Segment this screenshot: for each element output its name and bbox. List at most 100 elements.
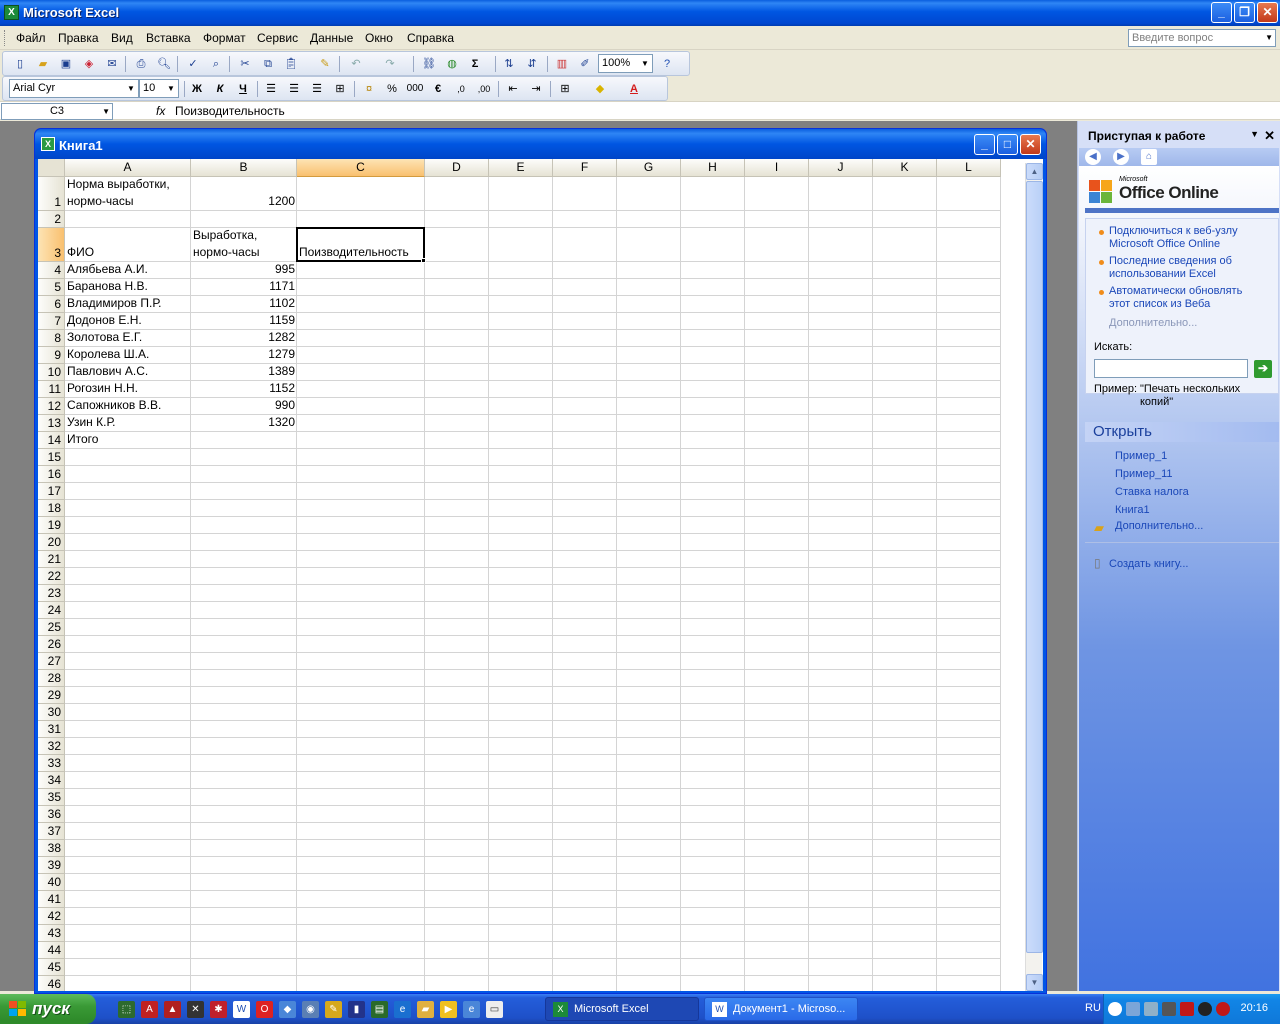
font-size-select[interactable]: 10 ▼ (139, 79, 179, 98)
menu-grip[interactable] (4, 30, 7, 46)
menu-help[interactable]: Справка (407, 31, 454, 45)
cell-b7[interactable]: 1159 (191, 313, 297, 329)
row-header-25[interactable]: 25 (38, 619, 65, 636)
row-header-36[interactable]: 36 (38, 806, 65, 823)
ie-icon[interactable]: e (463, 1001, 480, 1018)
excel-app-icon[interactable]: X (4, 5, 19, 20)
column-header-l[interactable]: L (937, 159, 1001, 177)
name-box[interactable]: C3 ▼ (1, 103, 113, 120)
tray-icon[interactable] (1162, 1002, 1176, 1016)
chevron-down-icon[interactable]: ▼ (125, 81, 137, 96)
cell-b6[interactable]: 1102 (191, 296, 297, 312)
row-header-10[interactable]: 10 (38, 364, 65, 381)
web-icon[interactable]: ◍ (443, 55, 461, 73)
row-header-30[interactable]: 30 (38, 704, 65, 721)
cell-b13[interactable]: 1320 (191, 415, 297, 431)
row-header-13[interactable]: 13 (38, 415, 65, 432)
row-header-21[interactable]: 21 (38, 551, 65, 568)
autosum-icon[interactable]: Σ (466, 55, 484, 73)
app-icon[interactable]: ✱ (210, 1001, 227, 1018)
row-header-4[interactable]: 4 (38, 262, 65, 279)
row-header-43[interactable]: 43 (38, 925, 65, 942)
row-header-24[interactable]: 24 (38, 602, 65, 619)
percent-button[interactable]: % (383, 80, 401, 98)
app-icon[interactable]: ▲ (164, 1001, 181, 1018)
help-icon[interactable]: ? (658, 55, 676, 73)
row-header-37[interactable]: 37 (38, 823, 65, 840)
column-header-i[interactable]: I (745, 159, 809, 177)
home-icon[interactable]: ⌂ (1141, 149, 1157, 165)
column-header-g[interactable]: G (617, 159, 681, 177)
menu-data[interactable]: Данные (310, 31, 353, 45)
scroll-up-icon[interactable]: ▲ (1026, 163, 1043, 180)
new-document-icon[interactable]: ▯ (11, 55, 29, 73)
taskbar-word[interactable]: W Документ1 - Microso... (704, 997, 858, 1021)
word-icon[interactable]: W (233, 1001, 250, 1018)
permission-icon[interactable]: ◈ (80, 55, 98, 73)
recent-file-link[interactable]: Книга1 (1115, 504, 1265, 517)
row-header-8[interactable]: 8 (38, 330, 65, 347)
row-header-45[interactable]: 45 (38, 959, 65, 976)
row-header-12[interactable]: 12 (38, 398, 65, 415)
chevron-down-icon[interactable]: ▼ (165, 81, 177, 96)
row-header-6[interactable]: 6 (38, 296, 65, 313)
workbook-icon[interactable]: X (41, 137, 55, 151)
column-header-k[interactable]: K (873, 159, 937, 177)
open-folder-icon[interactable]: ▰ (34, 55, 52, 73)
chart-wizard-icon[interactable]: ▥ (553, 55, 571, 73)
function-icon[interactable]: fx (156, 104, 165, 118)
app-icon[interactable]: ✎ (325, 1001, 342, 1018)
opera-icon[interactable]: O (256, 1001, 273, 1018)
row-header-32[interactable]: 32 (38, 738, 65, 755)
link-auto-update[interactable]: Автоматически обновлять этот список из В… (1109, 285, 1259, 311)
forward-icon[interactable]: ▶ (1113, 149, 1129, 165)
cell-a1[interactable]: Норма выработки, нормо-часы (65, 177, 191, 210)
taskbar-excel[interactable]: X Microsoft Excel (545, 997, 699, 1021)
merge-center-icon[interactable]: ⊞ (331, 80, 349, 98)
folder-icon[interactable]: ▰ (417, 1001, 434, 1018)
workbook-minimize-button[interactable]: _ (974, 134, 995, 155)
cell-a9[interactable]: Королева Ш.А. (65, 347, 191, 363)
chevron-down-icon[interactable]: ▼ (1250, 129, 1259, 139)
row-header-34[interactable]: 34 (38, 772, 65, 789)
cell-a8[interactable]: Золотова Е.Г. (65, 330, 191, 346)
cell-b3[interactable]: Выработка, нормо-часы (191, 228, 297, 261)
menu-edit[interactable]: Правка (58, 31, 99, 45)
column-header-d[interactable]: D (425, 159, 489, 177)
cell-a4[interactable]: Алябьева А.И. (65, 262, 191, 278)
quicklaunch-icon[interactable]: ⬚ (118, 1001, 135, 1018)
row-header-2[interactable]: 2 (38, 211, 65, 228)
cell-a5[interactable]: Баранова Н.В. (65, 279, 191, 295)
help-question-input[interactable]: Введите вопрос ▼ (1128, 29, 1276, 47)
row-header-3[interactable]: 3 (38, 228, 65, 262)
borders-icon[interactable]: ⊞ (556, 80, 574, 98)
row-header-5[interactable]: 5 (38, 279, 65, 296)
link-more-online[interactable]: Дополнительно... (1109, 317, 1259, 330)
row-header-46[interactable]: 46 (38, 976, 65, 991)
chevron-down-icon[interactable]: ▼ (639, 56, 651, 71)
column-header-b[interactable]: B (191, 159, 297, 177)
row-header-18[interactable]: 18 (38, 500, 65, 517)
font-color-icon[interactable]: A (625, 80, 643, 98)
fill-handle[interactable] (421, 258, 426, 263)
align-center-icon[interactable]: ☰ (285, 80, 303, 98)
app-icon[interactable]: ◉ (302, 1001, 319, 1018)
column-header-f[interactable]: F (553, 159, 617, 177)
decrease-decimal-icon[interactable]: ,00 (475, 80, 493, 98)
menu-insert[interactable]: Вставка (146, 31, 191, 45)
workbook-maximize-button[interactable]: □ (997, 134, 1018, 155)
row-header-9[interactable]: 9 (38, 347, 65, 364)
formula-input[interactable]: Поизводительность (175, 104, 285, 118)
desktop-icon[interactable]: ▭ (486, 1001, 503, 1018)
menu-format[interactable]: Формат (203, 31, 246, 45)
row-header-1[interactable]: 1 (38, 177, 65, 211)
currency-icon[interactable]: ¤ (360, 80, 378, 98)
app-icon[interactable]: ✕ (187, 1001, 204, 1018)
row-header-14[interactable]: 14 (38, 432, 65, 449)
row-header-19[interactable]: 19 (38, 517, 65, 534)
euro-button[interactable]: € (429, 80, 447, 98)
cell-a3[interactable]: ФИО (65, 228, 191, 261)
align-left-icon[interactable]: ☰ (262, 80, 280, 98)
row-header-29[interactable]: 29 (38, 687, 65, 704)
sort-ascending-icon[interactable]: ⇅ (500, 55, 518, 73)
